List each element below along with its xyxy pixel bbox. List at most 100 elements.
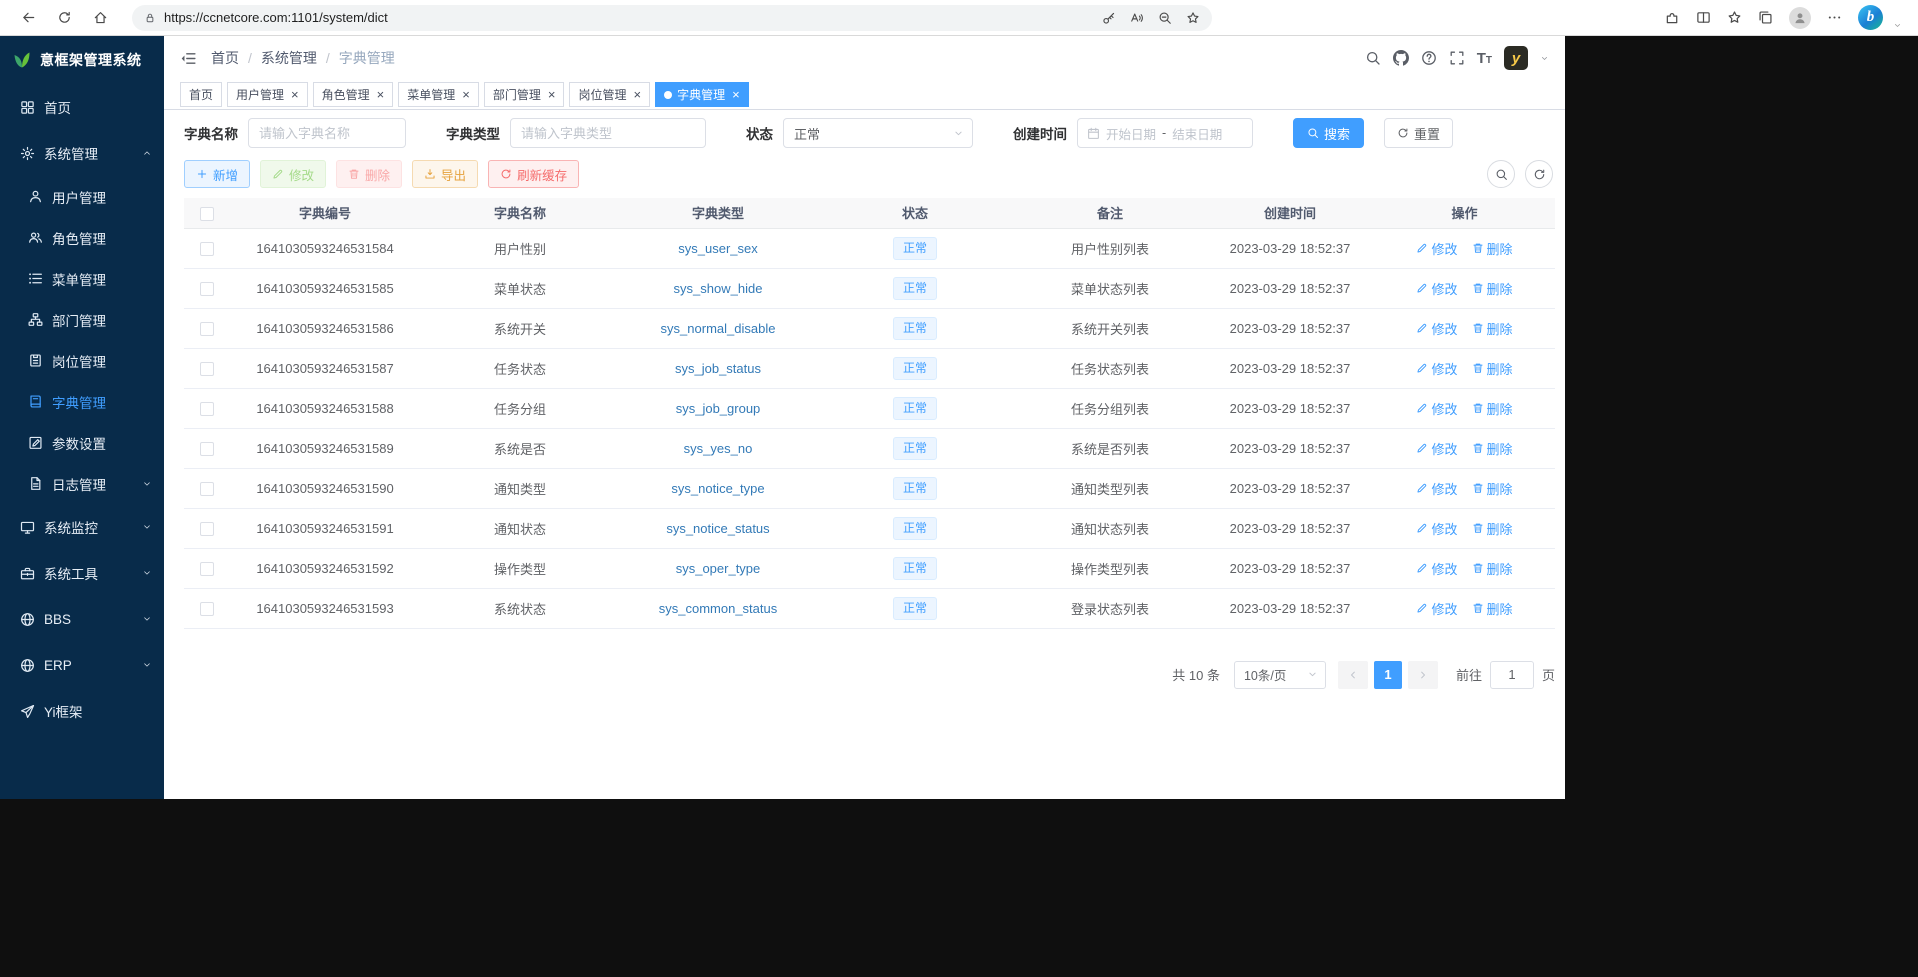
sidebar-item-system[interactable]: 系统管理 [0, 130, 164, 176]
row-checkbox[interactable] [200, 282, 214, 296]
sidebar-item-erp[interactable]: ERP [0, 642, 164, 688]
github-icon[interactable] [1393, 50, 1409, 66]
sidebar-item-monitor[interactable]: 系统监控 [0, 504, 164, 550]
sidebar-item-dept[interactable]: 部门管理 [0, 299, 164, 340]
breadcrumb-item[interactable]: 首页 [211, 48, 239, 68]
row-checkbox[interactable] [200, 402, 214, 416]
favorite-add-icon[interactable] [1186, 11, 1200, 25]
font-size-icon[interactable]: TT [1477, 50, 1492, 67]
dict-type-link[interactable]: sys_notice_type [671, 481, 764, 496]
sidebar-item-yi[interactable]: Yi框架 [0, 688, 164, 734]
help-icon[interactable] [1421, 50, 1437, 66]
sidebar-item-home[interactable]: 首页 [0, 84, 164, 130]
row-edit-link[interactable]: 修改 [1416, 599, 1457, 618]
row-edit-link[interactable]: 修改 [1416, 279, 1457, 298]
bing-copilot-icon[interactable]: b [1858, 5, 1883, 30]
row-edit-link[interactable]: 修改 [1416, 439, 1457, 458]
row-delete-link[interactable]: 删除 [1472, 239, 1513, 258]
browser-profile-avatar[interactable] [1789, 7, 1811, 29]
export-button[interactable]: 导出 [412, 160, 478, 188]
prev-page-button[interactable] [1338, 661, 1368, 689]
dict-type-input[interactable] [510, 118, 706, 148]
browser-back-button[interactable] [10, 3, 46, 33]
refresh-table-button[interactable] [1525, 160, 1553, 188]
header-search-icon[interactable] [1365, 50, 1381, 66]
dict-type-link[interactable]: sys_user_sex [678, 241, 757, 256]
row-edit-link[interactable]: 修改 [1416, 359, 1457, 378]
toggle-search-button[interactable] [1487, 160, 1515, 188]
tab-dept[interactable]: 部门管理× [484, 82, 565, 107]
tab-close-icon[interactable]: × [633, 88, 641, 101]
dict-type-link[interactable]: sys_oper_type [676, 561, 761, 576]
tab-close-icon[interactable]: × [377, 88, 385, 101]
dict-type-link[interactable]: sys_job_group [676, 401, 761, 416]
tab-user[interactable]: 用户管理× [227, 82, 308, 107]
dict-type-link[interactable]: sys_common_status [659, 601, 778, 616]
page-number-1[interactable]: 1 [1374, 661, 1402, 689]
user-avatar[interactable]: y [1504, 46, 1528, 70]
browser-home-button[interactable] [82, 3, 118, 33]
dict-type-link[interactable]: sys_normal_disable [661, 321, 776, 336]
row-edit-link[interactable]: 修改 [1416, 319, 1457, 338]
sidebar-item-dict[interactable]: 字典管理 [0, 381, 164, 422]
sidebar-item-param[interactable]: 参数设置 [0, 422, 164, 463]
row-delete-link[interactable]: 删除 [1472, 519, 1513, 538]
fullscreen-icon[interactable] [1449, 50, 1465, 66]
dict-type-link[interactable]: sys_job_status [675, 361, 761, 376]
zoom-out-icon[interactable] [1158, 11, 1172, 25]
row-checkbox[interactable] [200, 562, 214, 576]
tab-home[interactable]: 首页 [180, 82, 222, 107]
sidebar-item-menu[interactable]: 菜单管理 [0, 258, 164, 299]
sidebar-item-tools[interactable]: 系统工具 [0, 550, 164, 596]
status-select[interactable]: 正常 [783, 118, 973, 148]
dict-name-input[interactable] [248, 118, 406, 148]
dict-type-link[interactable]: sys_yes_no [684, 441, 753, 456]
date-range-picker[interactable]: 开始日期 - 结束日期 [1077, 118, 1253, 148]
tab-close-icon[interactable]: × [462, 88, 470, 101]
row-edit-link[interactable]: 修改 [1416, 519, 1457, 538]
browser-menu-icon[interactable] [1827, 10, 1842, 25]
collections-icon[interactable] [1758, 10, 1773, 25]
dict-type-link[interactable]: sys_notice_status [666, 521, 769, 536]
row-edit-link[interactable]: 修改 [1416, 239, 1457, 258]
tab-dict[interactable]: 字典管理× [655, 82, 749, 107]
sidebar-item-post[interactable]: 岗位管理 [0, 340, 164, 381]
dict-type-link[interactable]: sys_show_hide [674, 281, 763, 296]
row-delete-link[interactable]: 删除 [1472, 439, 1513, 458]
row-checkbox[interactable] [200, 602, 214, 616]
row-checkbox[interactable] [200, 482, 214, 496]
row-checkbox[interactable] [200, 362, 214, 376]
row-edit-link[interactable]: 修改 [1416, 559, 1457, 578]
tab-role[interactable]: 角色管理× [313, 82, 394, 107]
goto-page-input[interactable] [1490, 661, 1534, 689]
row-delete-link[interactable]: 删除 [1472, 279, 1513, 298]
sidebar-item-user[interactable]: 用户管理 [0, 176, 164, 217]
extensions-icon[interactable] [1665, 10, 1680, 25]
sidebar-item-role[interactable]: 角色管理 [0, 217, 164, 258]
sidebar-toggle-icon[interactable] [180, 50, 197, 67]
split-screen-icon[interactable] [1696, 10, 1711, 25]
edit-button[interactable]: 修改 [260, 160, 326, 188]
row-delete-link[interactable]: 删除 [1472, 479, 1513, 498]
page-size-select[interactable]: 10条/页 [1234, 661, 1326, 689]
tab-close-icon[interactable]: × [732, 88, 740, 101]
row-checkbox[interactable] [200, 522, 214, 536]
breadcrumb-item[interactable]: 系统管理 [261, 48, 317, 68]
tab-menu[interactable]: 菜单管理× [398, 82, 479, 107]
delete-button[interactable]: 删除 [336, 160, 402, 188]
tab-post[interactable]: 岗位管理× [569, 82, 650, 107]
reset-button[interactable]: 重置 [1384, 118, 1453, 148]
sidebar-item-bbs[interactable]: BBS [0, 596, 164, 642]
tab-close-icon[interactable]: × [291, 88, 299, 101]
row-delete-link[interactable]: 删除 [1472, 359, 1513, 378]
row-checkbox[interactable] [200, 442, 214, 456]
favorites-icon[interactable] [1727, 10, 1742, 25]
refresh-cache-button[interactable]: 刷新缓存 [488, 160, 579, 188]
search-button[interactable]: 搜索 [1293, 118, 1364, 148]
row-delete-link[interactable]: 删除 [1472, 599, 1513, 618]
browser-refresh-button[interactable] [46, 3, 82, 33]
row-edit-link[interactable]: 修改 [1416, 399, 1457, 418]
read-aloud-icon[interactable] [1130, 11, 1144, 25]
address-bar[interactable]: https://ccnetcore.com:1101/system/dict [132, 5, 1212, 31]
sidebar-item-log[interactable]: 日志管理 [0, 463, 164, 504]
